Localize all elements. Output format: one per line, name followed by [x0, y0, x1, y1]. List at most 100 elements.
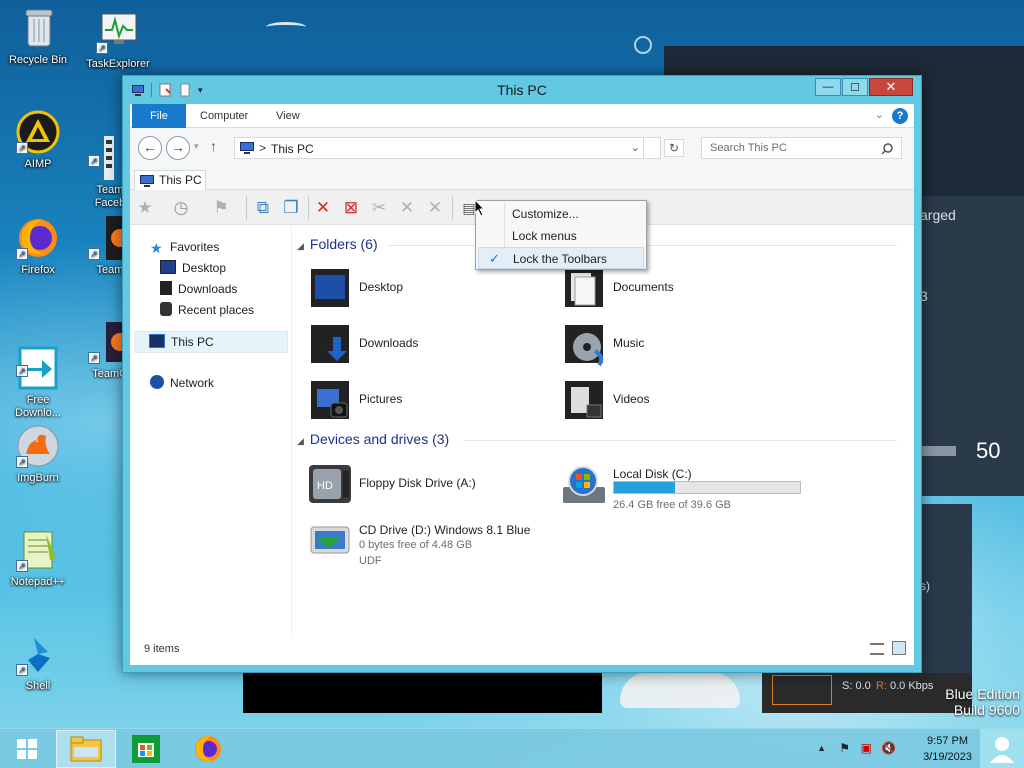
checkmark-icon: ✓ [489, 251, 500, 266]
menu-item-lock-menus[interactable]: Lock menus [478, 225, 644, 247]
imgburn-icon: ↗ [16, 424, 60, 468]
search-icon[interactable] [881, 143, 893, 155]
taskbar-file-explorer[interactable] [56, 730, 116, 768]
firefox-icon: ↗ [16, 216, 60, 260]
gadget-slider-track [920, 446, 956, 456]
windows-flag-icon[interactable]: ⚑ [210, 198, 232, 218]
recycle-bin-icon [16, 6, 60, 50]
drive-name: CD Drive (D:) Windows 8.1 Blue [359, 523, 531, 537]
desktop-icon-free-download-manager[interactable]: ↗ Free Downlo... [0, 320, 76, 420]
details-view-icon[interactable] [870, 643, 884, 655]
maximize-button[interactable]: ☐ [842, 78, 868, 96]
nav-network[interactable]: Network [150, 373, 214, 395]
address-separator: > [259, 141, 267, 155]
tab-file[interactable]: File [132, 104, 186, 128]
show-hidden-icons[interactable]: ▲ [817, 743, 826, 753]
address-bar[interactable]: > This PC ⌄ [234, 137, 661, 159]
recent-places-icon [160, 302, 172, 316]
folder-documents[interactable]: Documents [561, 265, 791, 313]
file-explorer-icon [70, 736, 102, 762]
group-header-devices[interactable]: ◢ Devices and drives (3) [297, 431, 897, 447]
clock-date: 3/19/2023 [923, 751, 972, 763]
forward-button[interactable]: → [166, 136, 190, 160]
window-titlebar[interactable]: ▾ This PC — ☐ ✕ [123, 76, 921, 104]
drive-cd-d[interactable]: CD Drive (D:) Windows 8.1 Blue 0 bytes f… [307, 517, 567, 579]
collapse-triangle-icon: ◢ [297, 241, 304, 251]
taskbar-store[interactable] [116, 730, 176, 768]
desktop-icon-firefox[interactable]: ↗ Firefox [0, 216, 76, 277]
desktop-icon-recycle-bin[interactable]: Recycle Bin [0, 6, 76, 67]
refresh-button[interactable]: ↻ [664, 139, 684, 157]
ribbon-tabs: File Computer View ⌄ ? [130, 104, 914, 128]
recent-locations-dropdown-icon[interactable]: ▾ [194, 141, 199, 152]
network-icon [150, 375, 164, 389]
shortcut-arrow-icon: ↗ [96, 42, 108, 54]
volume-muted-icon[interactable]: 🔇 [881, 741, 896, 755]
delete-permanently-icon[interactable]: ⊠ [340, 198, 362, 218]
search-box[interactable]: Search This PC [701, 137, 902, 159]
cut-icon[interactable]: ✂ [368, 198, 390, 218]
drive-floppy[interactable]: HD Floppy Disk Drive (A:) [307, 461, 537, 509]
collapse-triangle-icon: ◢ [297, 436, 304, 446]
tab-computer[interactable]: Computer [200, 104, 248, 128]
start-button[interactable] [0, 730, 54, 768]
redo-icon[interactable]: ✕ [424, 198, 446, 218]
network-status-icon[interactable]: ▣ [861, 741, 872, 755]
move-to-icon[interactable]: ⧉ [252, 198, 274, 218]
delete-icon[interactable]: ✕ [312, 198, 334, 218]
undo-icon[interactable]: ✕ [396, 198, 418, 218]
menu-item-customize[interactable]: Customize... [478, 203, 644, 225]
desktop-icon-imgburn[interactable]: ↗ ImgBurn [0, 424, 76, 485]
desktop-icon-label: Team [96, 264, 124, 276]
tab-view[interactable]: View [276, 104, 300, 128]
folder-downloads[interactable]: Downloads [307, 321, 537, 369]
net-meter-box [772, 675, 832, 705]
taskbar-firefox[interactable] [178, 730, 238, 768]
folder-music[interactable]: Music [561, 321, 791, 369]
search-placeholder: Search This PC [710, 142, 787, 154]
firefox-icon [195, 736, 221, 762]
net-meter-r: R: [876, 680, 887, 692]
nav-downloads[interactable]: Downloads [160, 279, 237, 301]
nav-desktop[interactable]: Desktop [160, 258, 226, 280]
history-icon[interactable]: ◷ [170, 198, 192, 218]
menu-item-lock-toolbars[interactable]: ✓ Lock the Toolbars [478, 247, 644, 269]
ribbon-expand-chevron-icon[interactable]: ⌄ [875, 108, 884, 121]
watermark-build: Build 9600 [953, 702, 1020, 718]
background-black-bar [243, 673, 602, 713]
up-button[interactable]: ↑ [210, 138, 217, 154]
system-clock[interactable]: 9:57 PM 3/19/2023 [923, 733, 972, 765]
this-pc-icon [140, 175, 154, 187]
shortcut-arrow-icon: ↗ [16, 365, 28, 377]
favorite-star-icon[interactable]: ★ [134, 198, 156, 218]
copy-to-icon[interactable]: ❐ [280, 198, 302, 218]
action-center-flag-icon[interactable]: ⚑ [839, 741, 850, 755]
nav-this-pc[interactable]: This PC [134, 331, 288, 353]
folder-pictures[interactable]: Pictures [307, 377, 537, 425]
drive-local-c[interactable]: Local Disk (C:) 26.4 GB free of 39.6 GB [561, 461, 821, 511]
minimize-button[interactable]: — [815, 78, 841, 96]
desktop-icon-taskexplorer[interactable]: ↗ TaskExplorer [80, 10, 156, 71]
folder-tab[interactable]: This PC [134, 170, 206, 191]
folder-desktop[interactable]: Desktop [307, 265, 537, 313]
desktop-icon-notepad-plus-plus[interactable]: ↗ Notepad++ [0, 528, 76, 589]
folder-videos[interactable]: Videos [561, 377, 791, 425]
background-gadget: arged 3 50 [920, 196, 1024, 496]
aimp-icon: ↗ [16, 110, 60, 154]
drive-free-space: 0 bytes free of 4.48 GB [359, 539, 473, 551]
explorer-window: ▾ This PC — ☐ ✕ File Computer View ⌄ ? ←… [122, 75, 922, 673]
nav-favorites[interactable]: ★ Favorites [150, 237, 219, 259]
nav-recent-places[interactable]: Recent places [160, 300, 254, 322]
large-icons-view-icon[interactable] [892, 641, 906, 655]
store-icon [132, 735, 160, 763]
help-button[interactable]: ? [892, 108, 908, 124]
back-button[interactable]: ← [138, 136, 162, 160]
desktop-icon-aimp[interactable]: ↗ AIMP [0, 110, 76, 171]
clock-time: 9:57 PM [927, 735, 969, 747]
address-dropdown-icon[interactable]: ⌄ [631, 141, 640, 154]
user-account-button[interactable] [980, 729, 1024, 768]
drive-free-space: 26.4 GB free of 39.6 GB [613, 499, 732, 511]
close-button[interactable]: ✕ [869, 78, 913, 96]
desktop-icon-shell[interactable]: ↗ Shell [0, 632, 76, 693]
this-pc-icon [240, 142, 254, 154]
